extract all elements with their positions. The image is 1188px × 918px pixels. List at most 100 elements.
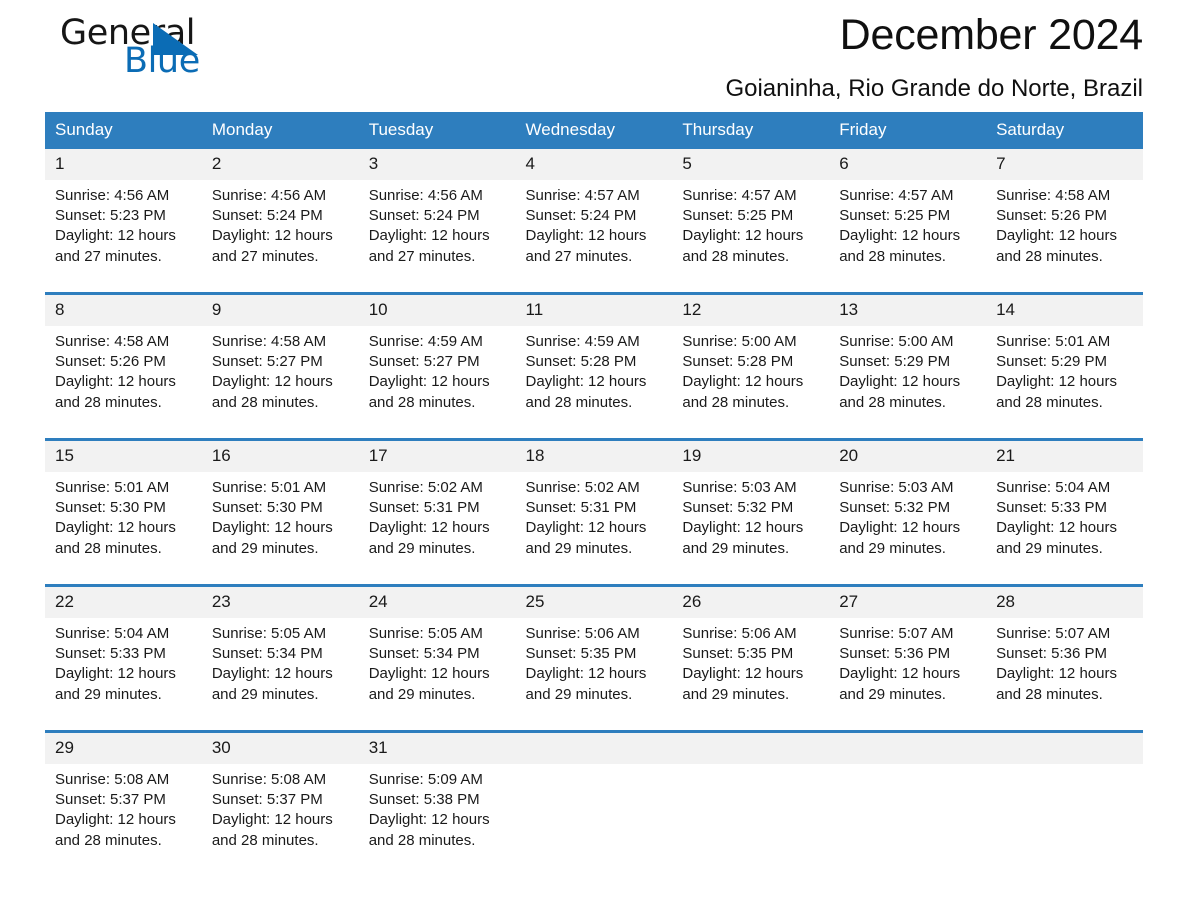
day-number[interactable]: 9 bbox=[201, 292, 359, 326]
day-number[interactable]: 30 bbox=[201, 730, 359, 764]
sunset-text: Sunset: 5:25 PM bbox=[682, 207, 794, 225]
day-cell[interactable]: Sunrise: 5:03 AM Sunset: 5:32 PM Daylight:… bbox=[672, 472, 830, 586]
sunset-text: Sunset: 5:32 PM bbox=[682, 499, 794, 517]
daylight-text-line1: Daylight: 12 hours bbox=[55, 227, 176, 245]
daylight-text-line2: and 28 minutes. bbox=[996, 247, 1103, 265]
day-number[interactable]: 2 bbox=[201, 149, 359, 180]
sunset-text: Sunset: 5:33 PM bbox=[996, 499, 1107, 517]
page-title: December 2024 bbox=[839, 11, 1144, 59]
day-number[interactable]: 28 bbox=[986, 584, 1143, 618]
day-cell[interactable]: Sunrise: 5:05 AM Sunset: 5:34 PM Daylight:… bbox=[201, 618, 359, 732]
daylight-text-line2: and 29 minutes. bbox=[368, 685, 476, 703]
daylight-text-line1: Daylight: 12 hours bbox=[368, 373, 490, 391]
sunrise-text: Sunrise: 5:01 AM bbox=[55, 479, 170, 496]
day-cell[interactable]: Sunrise: 5:07 AM Sunset: 5:36 PM Daylight:… bbox=[986, 618, 1143, 732]
day-number[interactable]: 11 bbox=[515, 292, 673, 326]
day-cell[interactable]: Sunrise: 4:57 AM Sunset: 5:25 PM Daylight:… bbox=[672, 180, 830, 294]
day-cell[interactable]: Sunrise: 5:00 AM Sunset: 5:29 PM Daylight:… bbox=[829, 326, 987, 440]
daylight-text-line2: and 29 minutes. bbox=[682, 539, 790, 557]
sunrise-text: Sunrise: 4:58 AM bbox=[996, 187, 1111, 204]
day-cell[interactable]: Sunrise: 5:02 AM Sunset: 5:31 PM Daylight:… bbox=[358, 472, 516, 586]
day-number[interactable]: 25 bbox=[515, 584, 673, 618]
day-cell[interactable]: Sunrise: 5:04 AM Sunset: 5:33 PM Daylight:… bbox=[45, 618, 202, 732]
day-number[interactable]: 13 bbox=[829, 292, 987, 326]
day-cell[interactable]: Sunrise: 5:01 AM Sunset: 5:29 PM Daylight:… bbox=[986, 326, 1143, 440]
day-number[interactable]: 22 bbox=[45, 584, 202, 618]
day-cell[interactable]: Sunrise: 5:01 AM Sunset: 5:30 PM Daylight:… bbox=[45, 472, 202, 586]
sunset-text: Sunset: 5:27 PM bbox=[368, 353, 480, 371]
daylight-text-line2: and 28 minutes. bbox=[55, 831, 162, 849]
sunset-text: Sunset: 5:30 PM bbox=[211, 499, 323, 517]
day-cell[interactable]: Sunrise: 5:03 AM Sunset: 5:32 PM Daylight:… bbox=[829, 472, 987, 586]
daylight-text-line2: and 28 minutes. bbox=[55, 393, 162, 411]
sunset-text: Sunset: 5:30 PM bbox=[55, 499, 166, 517]
day-number[interactable]: 8 bbox=[45, 292, 202, 326]
day-number[interactable]: 18 bbox=[515, 438, 673, 472]
day-cell[interactable]: Sunrise: 5:08 AM Sunset: 5:37 PM Daylight:… bbox=[45, 764, 202, 876]
day-cell[interactable]: Sunrise: 4:58 AM Sunset: 5:26 PM Daylight:… bbox=[45, 326, 202, 440]
day-number[interactable]: 23 bbox=[201, 584, 359, 618]
sunrise-text: Sunrise: 5:01 AM bbox=[996, 333, 1111, 350]
day-number[interactable]: 5 bbox=[672, 149, 830, 180]
weekday-header-saturday: Saturday bbox=[986, 112, 1143, 149]
sunrise-text: Sunrise: 4:59 AM bbox=[368, 333, 483, 350]
day-cell[interactable]: Sunrise: 5:09 AM Sunset: 5:38 PM Daylight:… bbox=[358, 764, 516, 876]
sunset-text: Sunset: 5:31 PM bbox=[525, 499, 637, 517]
day-cell[interactable]: Sunrise: 4:58 AM Sunset: 5:26 PM Daylight:… bbox=[986, 180, 1143, 294]
day-number[interactable]: 4 bbox=[515, 149, 673, 180]
generalblue-logo[interactable]: General Blue bbox=[45, 14, 275, 94]
day-cell[interactable]: Sunrise: 5:01 AM Sunset: 5:30 PM Daylight:… bbox=[201, 472, 359, 586]
day-number[interactable]: 14 bbox=[986, 292, 1143, 326]
day-number[interactable]: 29 bbox=[45, 730, 202, 764]
daylight-text-line1: Daylight: 12 hours bbox=[525, 665, 647, 683]
day-number[interactable]: 1 bbox=[45, 149, 202, 180]
sunset-text: Sunset: 5:31 PM bbox=[368, 499, 480, 517]
day-number[interactable]: 16 bbox=[201, 438, 359, 472]
weekday-header-row: Sunday Monday Tuesday Wednesday Thursday… bbox=[45, 112, 1143, 149]
calendar-table: Sunday Monday Tuesday Wednesday Thursday… bbox=[45, 112, 1143, 876]
day-number[interactable]: 7 bbox=[986, 149, 1143, 180]
weekday-header-sunday: Sunday bbox=[45, 112, 202, 149]
day-cell[interactable]: Sunrise: 5:00 AM Sunset: 5:28 PM Daylight:… bbox=[672, 326, 830, 440]
day-cell[interactable]: Sunrise: 5:06 AM Sunset: 5:35 PM Daylight:… bbox=[672, 618, 830, 732]
day-number-empty bbox=[986, 730, 1143, 764]
day-cell[interactable]: Sunrise: 5:07 AM Sunset: 5:36 PM Daylight:… bbox=[829, 618, 987, 732]
day-cell[interactable]: Sunrise: 5:02 AM Sunset: 5:31 PM Daylight:… bbox=[515, 472, 673, 586]
daylight-text-line1: Daylight: 12 hours bbox=[839, 373, 961, 391]
day-cell[interactable]: Sunrise: 5:08 AM Sunset: 5:37 PM Daylight:… bbox=[201, 764, 359, 876]
daylight-text-line2: and 29 minutes. bbox=[368, 539, 476, 557]
daylight-text-line2: and 28 minutes. bbox=[525, 393, 633, 411]
daylight-text-line1: Daylight: 12 hours bbox=[839, 519, 961, 537]
day-cell[interactable]: Sunrise: 5:06 AM Sunset: 5:35 PM Daylight:… bbox=[515, 618, 673, 732]
day-number[interactable]: 15 bbox=[45, 438, 202, 472]
day-number[interactable]: 27 bbox=[829, 584, 987, 618]
daylight-text-line1: Daylight: 12 hours bbox=[996, 373, 1117, 391]
sunrise-text: Sunrise: 5:07 AM bbox=[996, 625, 1111, 642]
day-number[interactable]: 12 bbox=[672, 292, 830, 326]
sunset-text: Sunset: 5:35 PM bbox=[682, 645, 794, 663]
sunset-text: Sunset: 5:29 PM bbox=[839, 353, 951, 371]
day-cell[interactable]: Sunrise: 4:56 AM Sunset: 5:24 PM Daylight:… bbox=[201, 180, 359, 294]
day-cell[interactable]: Sunrise: 4:57 AM Sunset: 5:24 PM Daylight:… bbox=[515, 180, 673, 294]
day-number[interactable]: 26 bbox=[672, 584, 830, 618]
daylight-text-line2: and 29 minutes. bbox=[55, 685, 162, 703]
day-number[interactable]: 17 bbox=[358, 438, 516, 472]
day-number[interactable]: 24 bbox=[358, 584, 516, 618]
day-number[interactable]: 21 bbox=[986, 438, 1143, 472]
day-cell[interactable]: Sunrise: 4:59 AM Sunset: 5:28 PM Daylight:… bbox=[515, 326, 673, 440]
day-cell[interactable]: Sunrise: 4:56 AM Sunset: 5:24 PM Daylight:… bbox=[358, 180, 516, 294]
daylight-text-line1: Daylight: 12 hours bbox=[211, 519, 333, 537]
day-number[interactable]: 10 bbox=[358, 292, 516, 326]
day-number[interactable]: 19 bbox=[672, 438, 830, 472]
day-cell[interactable]: Sunrise: 4:56 AM Sunset: 5:23 PM Daylight:… bbox=[45, 180, 202, 294]
day-number[interactable]: 20 bbox=[829, 438, 987, 472]
day-cell[interactable]: Sunrise: 5:05 AM Sunset: 5:34 PM Daylight:… bbox=[358, 618, 516, 732]
day-number[interactable]: 3 bbox=[358, 149, 516, 180]
day-cell[interactable]: Sunrise: 4:58 AM Sunset: 5:27 PM Daylight:… bbox=[201, 326, 359, 440]
day-cell[interactable]: Sunrise: 4:59 AM Sunset: 5:27 PM Daylight:… bbox=[358, 326, 516, 440]
sunrise-text: Sunrise: 4:56 AM bbox=[55, 187, 170, 204]
day-number[interactable]: 31 bbox=[358, 730, 516, 764]
day-cell[interactable]: Sunrise: 4:57 AM Sunset: 5:25 PM Daylight:… bbox=[829, 180, 987, 294]
day-cell[interactable]: Sunrise: 5:04 AM Sunset: 5:33 PM Daylight:… bbox=[986, 472, 1143, 586]
day-number[interactable]: 6 bbox=[829, 149, 987, 180]
